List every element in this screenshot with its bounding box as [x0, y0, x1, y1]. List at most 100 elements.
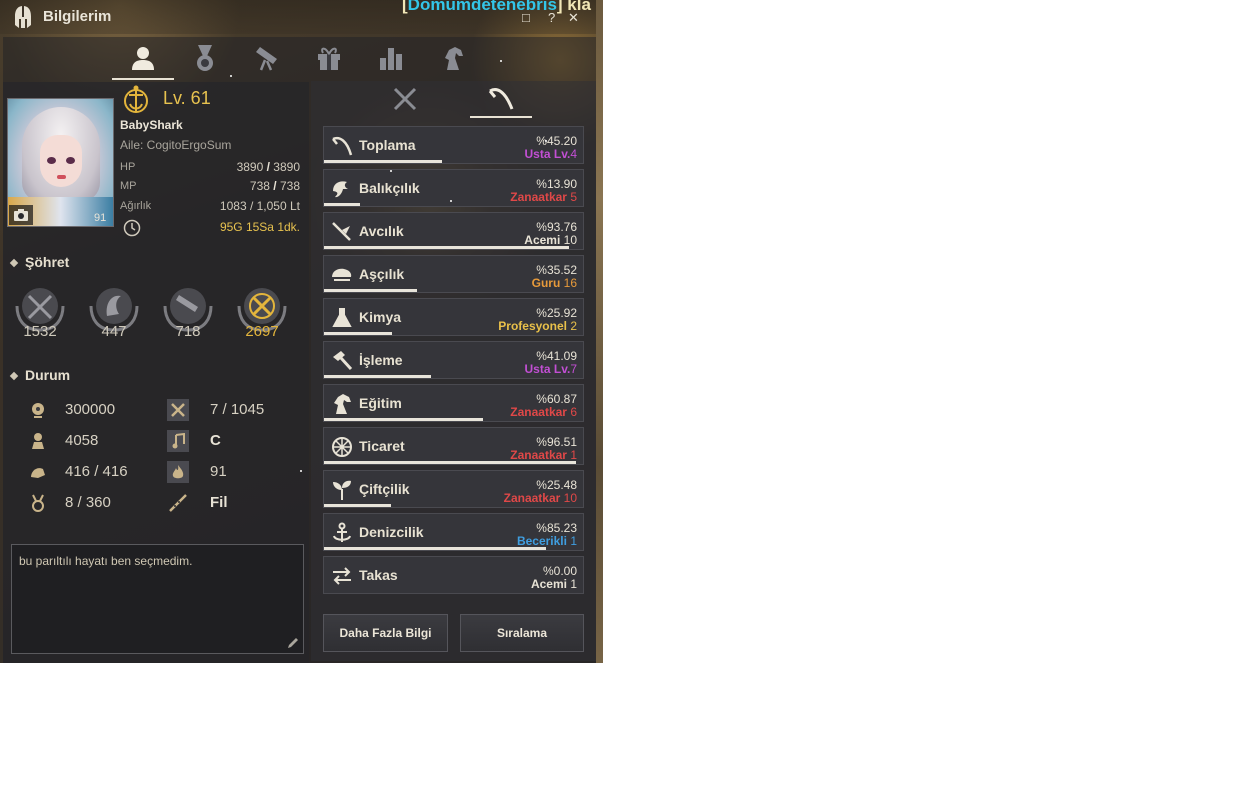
- person-icon: [132, 47, 154, 70]
- diamond-bullet-icon: [9, 372, 19, 381]
- life-skill-progress-bar: [324, 547, 546, 550]
- tab-statistics[interactable]: [360, 38, 422, 78]
- sickle-icon: [330, 134, 354, 158]
- life-skill-rank: Acemi 1: [531, 577, 577, 591]
- status-heading: Durum: [9, 367, 70, 383]
- sparkle: [230, 75, 232, 77]
- life-skill-rank-title: Zanaatkar: [510, 448, 571, 462]
- life-skill-row[interactable]: Avcılık %93.76 Acemi 10: [323, 212, 584, 250]
- sparkle: [500, 60, 502, 62]
- trophy-icon: [27, 492, 49, 514]
- life-skill-name: Denizcilik: [359, 524, 424, 540]
- telescope-icon: [256, 47, 277, 71]
- life-skill-rank-title: Guru: [531, 276, 564, 290]
- life-skill-rank: Zanaatkar 6: [510, 405, 577, 419]
- life-skill-percent: %13.90: [536, 177, 577, 191]
- portrait-lips: [57, 175, 66, 179]
- life-skill-rank-level: 1: [570, 577, 577, 591]
- more-info-button[interactable]: Daha Fazla Bilgi: [323, 614, 448, 652]
- life-skill-rank-title: Acemi: [524, 233, 564, 247]
- life-skill-percent: %85.23: [536, 521, 577, 535]
- gift-icon: [318, 47, 340, 70]
- mp-label: MP: [120, 180, 137, 192]
- life-skill-row[interactable]: Toplama %45.20 Usta Lv.4: [323, 126, 584, 164]
- life-skill-rank: Zanaatkar 5: [510, 190, 577, 204]
- tab-rewards[interactable]: [298, 38, 360, 78]
- tab-achievements[interactable]: [174, 38, 236, 78]
- life-skill-percent: %35.52: [536, 263, 577, 277]
- life-skill-row[interactable]: Denizcilik %85.23 Becerikli 1: [323, 513, 584, 551]
- tab-profile[interactable]: [112, 38, 174, 80]
- life-skill-rank-title: Becerikli: [516, 534, 571, 548]
- sparkle: [545, 140, 547, 142]
- playtime-value: 95G 15Sa 1dk.: [219, 220, 300, 234]
- flute-value: Fil: [210, 494, 228, 511]
- horse-icon: [330, 392, 354, 416]
- life-skill-row[interactable]: Çiftçilik %25.48 Zanaatkar 10: [323, 470, 584, 508]
- close-button[interactable]: ✕: [568, 10, 579, 26]
- skill-subtab-bar: [374, 82, 534, 118]
- life-skill-rank-level: 6: [570, 405, 577, 419]
- medal-icon: [197, 45, 213, 71]
- tab-knowledge[interactable]: [236, 38, 298, 78]
- life-skill-rank-level: 7: [570, 362, 577, 376]
- stamina-value: 416 / 416: [65, 463, 128, 480]
- clock-icon: [123, 219, 141, 237]
- window-controls: □ ? ✕: [522, 10, 584, 26]
- life-skill-row[interactable]: Eğitim %60.87 Zanaatkar 6: [323, 384, 584, 422]
- life-skill-name: Avcılık: [359, 223, 404, 239]
- life-skill-row[interactable]: Kimya %25.92 Profesyonel 2: [323, 298, 584, 336]
- family-name: Aile: CogitoErgoSum: [120, 138, 232, 152]
- help-button[interactable]: ?: [548, 10, 555, 25]
- life-skill-row[interactable]: İşleme %41.09 Usta Lv.7: [323, 341, 584, 379]
- life-skill-percent: %60.87: [536, 392, 577, 406]
- fame-life-value: 447: [101, 323, 127, 340]
- life-skill-progress-bar: [324, 160, 442, 163]
- life-skill-rank-level: 2: [570, 319, 577, 333]
- life-skill-row[interactable]: Balıkçılık %13.90 Zanaatkar 5: [323, 169, 584, 207]
- top-tab-bar: [112, 38, 492, 80]
- trophy-value: 8 / 360: [65, 494, 111, 511]
- life-skill-row[interactable]: Aşçılık %35.52 Guru 16: [323, 255, 584, 293]
- life-skill-percent: %96.51: [536, 435, 577, 449]
- memo-text: bu parıltılı hayatı ben seçmedim.: [19, 554, 193, 568]
- life-skill-rank-level: 5: [570, 190, 577, 204]
- portrait-eye: [66, 157, 75, 164]
- ranking-button[interactable]: Sıralama: [460, 614, 584, 652]
- life-skill-rank-level: 16: [563, 276, 577, 290]
- camera-button[interactable]: [9, 205, 33, 225]
- wheel-icon: [330, 435, 354, 459]
- weight-label: Ağırlık: [120, 200, 152, 212]
- life-skill-percent: %25.92: [536, 306, 577, 320]
- life-skill-rank: Acemi 10: [524, 233, 577, 247]
- life-skill-rank-title: Zanaatkar: [510, 405, 571, 419]
- life-skill-progress-bar: [324, 375, 431, 378]
- tab-life-skills[interactable]: [470, 82, 532, 118]
- life-skill-progress-bar: [324, 289, 417, 292]
- life-skill-rank-level: 1: [570, 534, 577, 548]
- life-skill-row[interactable]: Takas %0.00 Acemi 1: [323, 556, 584, 594]
- flute-icon: [167, 492, 189, 514]
- portrait-eye: [47, 157, 56, 164]
- life-skill-name: Eğitim: [359, 395, 402, 411]
- pencil-icon[interactable]: [287, 637, 299, 649]
- life-skill-name: İşleme: [359, 352, 403, 368]
- memo-box[interactable]: bu parıltılı hayatı ben seçmedim.: [11, 544, 304, 654]
- fame-heading-text: Şöhret: [25, 254, 70, 270]
- life-skill-name: Takas: [359, 567, 398, 583]
- restore-button[interactable]: □: [522, 10, 530, 25]
- life-skill-percent: %93.76: [536, 220, 577, 234]
- horse-icon: [445, 47, 463, 70]
- life-skill-row[interactable]: Ticaret %96.51 Zanaatkar 1: [323, 427, 584, 465]
- fire-icon: [167, 461, 189, 483]
- life-skill-rank: Becerikli 1: [517, 534, 577, 548]
- crossed-swords-icon: [393, 87, 417, 111]
- tab-mounts[interactable]: [422, 38, 484, 78]
- hammer-icon: [330, 349, 354, 373]
- life-skill-percent: %45.20: [536, 134, 577, 148]
- diamond-bullet-icon: [9, 259, 19, 268]
- life-skill-rank-level: 10: [563, 233, 577, 247]
- tab-combat-skills[interactable]: [374, 82, 436, 116]
- character-level: Lv. 61: [163, 88, 211, 108]
- life-skill-rank: Zanaatkar 1: [510, 448, 577, 462]
